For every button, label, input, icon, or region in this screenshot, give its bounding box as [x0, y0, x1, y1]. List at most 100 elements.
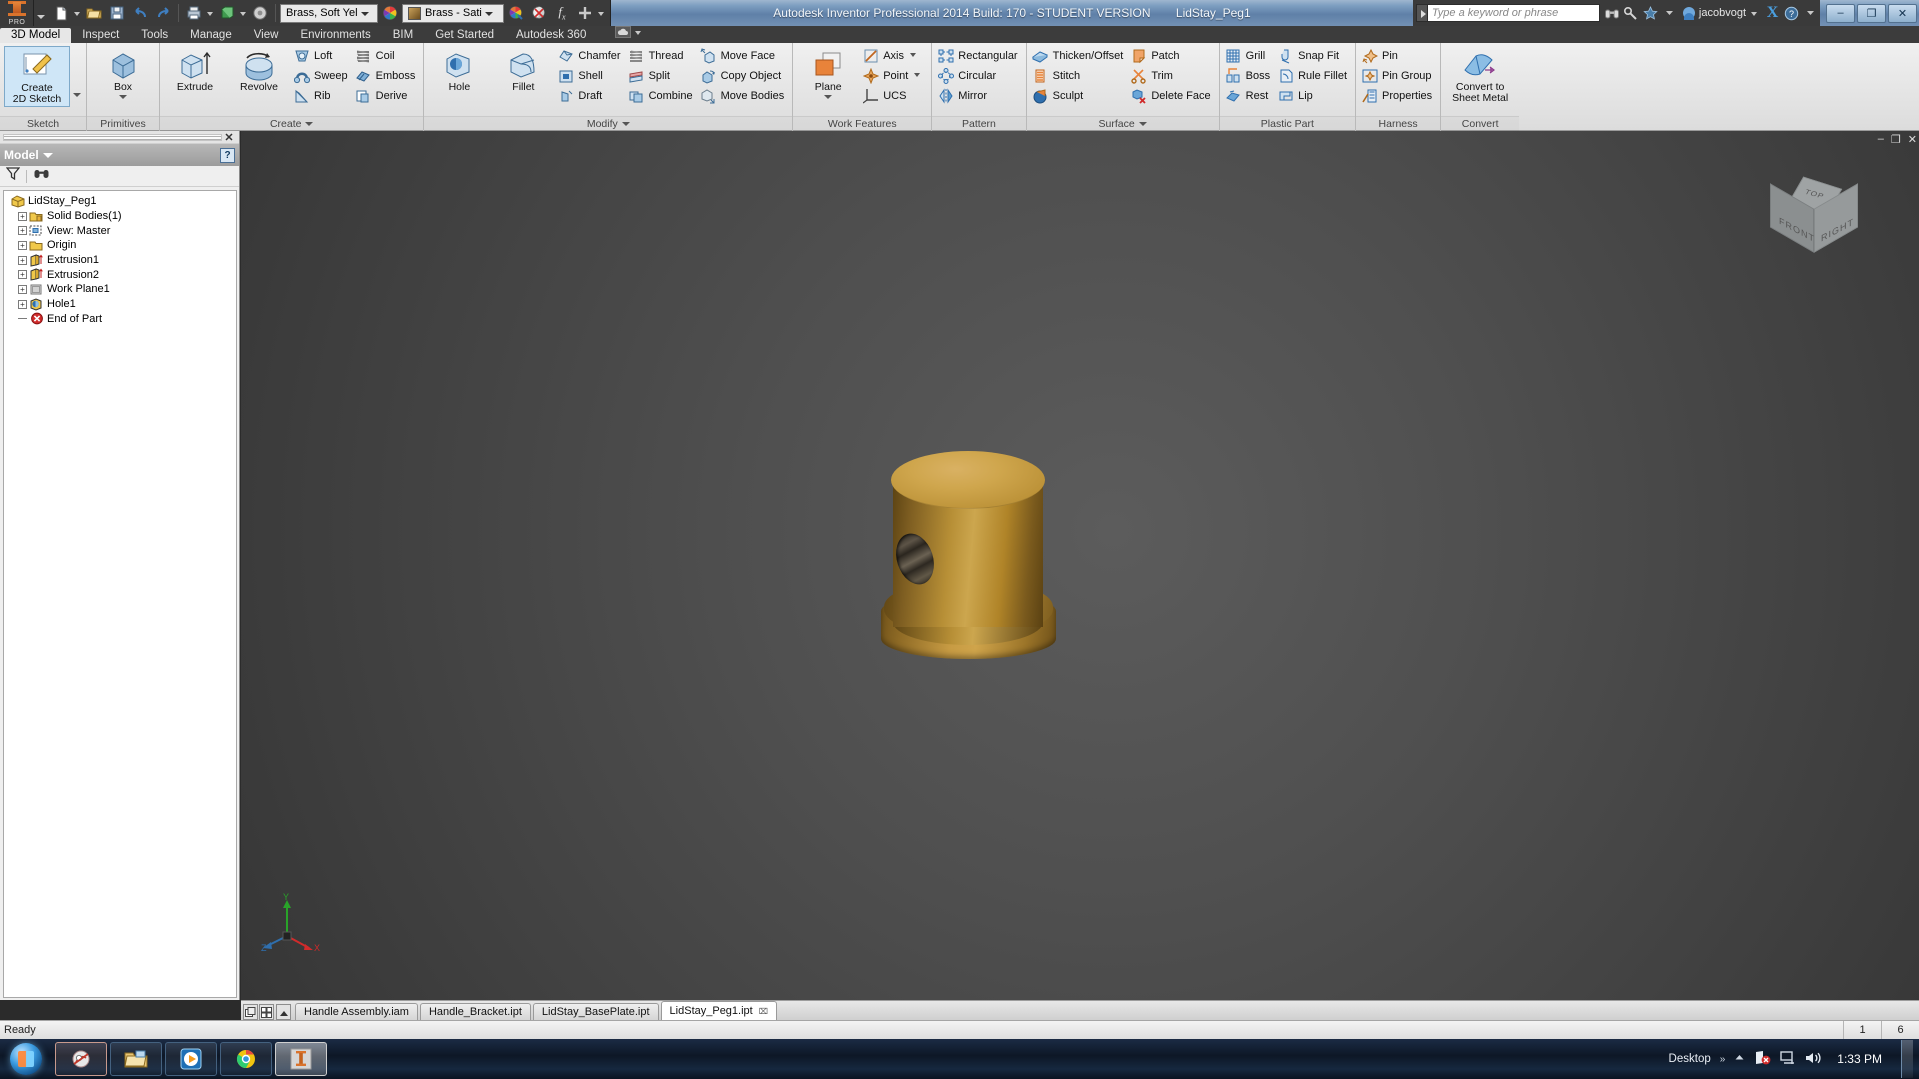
pin-group-button[interactable]: Pin Group [1360, 66, 1436, 85]
appearance-combo[interactable]: Brass - Sati [402, 3, 504, 23]
box-primitive-button[interactable]: Box [92, 46, 154, 101]
tab-scroll-up-icon[interactable] [276, 1004, 291, 1020]
panel-modify-expand-caret-icon[interactable] [621, 120, 630, 128]
expander-plus-icon[interactable]: + [18, 240, 27, 250]
sweep-button[interactable]: Sweep [292, 66, 352, 85]
tile-windows-icon[interactable] [259, 1004, 274, 1020]
user-menu-caret-icon[interactable] [1750, 2, 1759, 24]
tab-bim[interactable]: BIM [382, 28, 424, 43]
axis-dropdown-caret-icon[interactable] [909, 51, 919, 60]
plane-button[interactable]: Plane [797, 46, 859, 101]
tray-show-hidden-icon[interactable] [1734, 1053, 1745, 1065]
browser-header[interactable]: Model ? [0, 144, 239, 166]
combine-button[interactable]: Combine [627, 86, 697, 105]
stitch-button[interactable]: Stitch [1031, 66, 1128, 85]
expander-plus-icon[interactable]: + [18, 270, 27, 280]
new-icon[interactable] [50, 2, 72, 24]
delete-face-button[interactable]: Delete Face [1129, 86, 1214, 105]
rule-fillet-button[interactable]: Rule Fillet [1276, 66, 1351, 85]
rest-button[interactable]: Rest [1224, 86, 1274, 105]
qat-customize-caret-icon[interactable] [597, 2, 606, 24]
search-expand-icon[interactable] [1415, 4, 1428, 22]
browser-dropdown-caret-icon[interactable] [42, 150, 54, 161]
filter-icon[interactable] [5, 167, 21, 185]
tree-node-lidstay-peg1[interactable]: LidStay_Peg1 [8, 194, 236, 209]
display-icon[interactable] [1780, 1050, 1796, 1068]
doc-tab-close-icon[interactable]: ⌧ [759, 1007, 768, 1016]
ucs-button[interactable]: UCS [861, 86, 927, 105]
convert-to-sheet-metal-button[interactable]: Convert to Sheet Metal [1445, 46, 1515, 105]
appearance-wheel-icon[interactable] [505, 2, 527, 24]
create-2d-sketch-button[interactable]: Create 2D Sketch [4, 46, 70, 107]
document-close-button[interactable]: ✕ [1908, 133, 1917, 146]
plane-dropdown-caret-icon[interactable] [824, 94, 833, 101]
tab-inspect[interactable]: Inspect [71, 28, 130, 43]
expander-plus-icon[interactable]: + [18, 211, 27, 221]
point-dropdown-caret-icon[interactable] [914, 71, 923, 80]
taskbar-item-media-player[interactable] [55, 1042, 107, 1076]
brass-peg-model[interactable] [881, 451, 1056, 671]
draft-button[interactable]: Draft [556, 86, 624, 105]
expander-plus-icon[interactable]: + [18, 226, 27, 236]
tab-3d-model[interactable]: 3D Model [0, 28, 72, 43]
taskbar-item-media-center[interactable] [165, 1042, 217, 1076]
lip-button[interactable]: Lip [1276, 86, 1351, 105]
doc-tab-lidstay-baseplate[interactable]: LidStay_BasePlate.ipt [532, 1003, 659, 1020]
redo-icon[interactable] [152, 2, 174, 24]
pin-button[interactable]: Pin [1360, 46, 1436, 65]
material-combo-caret-icon[interactable] [358, 5, 372, 22]
circular-pattern-button[interactable]: Circular [936, 66, 1021, 85]
thread-button[interactable]: Thread [627, 46, 697, 65]
expander-plus-icon[interactable]: + [18, 299, 27, 309]
point-button[interactable]: Point [861, 66, 927, 85]
taskbar-item-chrome[interactable] [220, 1042, 272, 1076]
show-desktop-button[interactable] [1901, 1040, 1913, 1078]
document-restore-button[interactable]: ❐ [1891, 133, 1901, 146]
fx-parameters-icon[interactable]: fx [551, 2, 573, 24]
material-browser-icon[interactable] [216, 2, 238, 24]
tab-autodesk-360[interactable]: Autodesk 360 [505, 28, 597, 43]
rib-button[interactable]: Rib [292, 86, 352, 105]
copy-object-button[interactable]: Copy Object [699, 66, 789, 85]
split-button[interactable]: Split [627, 66, 697, 85]
tree-node-origin[interactable]: + Origin [8, 238, 236, 253]
model-tree[interactable]: LidStay_Peg1 + Solid Bodies(1) + View: M… [3, 190, 237, 998]
inventor-logo-icon[interactable]: PRO [0, 0, 34, 26]
panel-surface-expand-caret-icon[interactable] [1138, 120, 1147, 128]
tray-desktop-label[interactable]: Desktop [1669, 1053, 1711, 1065]
add-to-qat-plus-icon[interactable] [574, 2, 596, 24]
search-binoculars-icon[interactable] [1602, 0, 1622, 26]
window-close-button[interactable]: ✕ [1888, 3, 1917, 23]
open-icon[interactable] [83, 2, 105, 24]
doc-tab-handle-bracket[interactable]: Handle_Bracket.ipt [419, 1003, 531, 1020]
qat-right-caret-icon[interactable] [1659, 0, 1679, 26]
axis-button[interactable]: Axis [861, 46, 927, 65]
favorites-star-icon[interactable] [1640, 0, 1660, 26]
material-dropdown-caret-icon[interactable] [239, 2, 248, 24]
coil-button[interactable]: Coil [354, 46, 420, 65]
cloud-icon[interactable] [615, 26, 632, 38]
view-cube[interactable]: TOP FRONT RIGHT [1770, 173, 1858, 259]
volume-icon[interactable] [1805, 1051, 1822, 1068]
tree-node-view-master[interactable]: + View: Master [8, 223, 236, 238]
new-dropdown-caret-icon[interactable] [73, 2, 82, 24]
help-icon[interactable]: ? [1782, 0, 1801, 26]
tab-get-started[interactable]: Get Started [424, 28, 505, 43]
grill-button[interactable]: Grill [1224, 46, 1274, 65]
fillet-button[interactable]: Fillet [492, 46, 554, 94]
appearance-combo-caret-icon[interactable] [482, 5, 496, 22]
move-face-button[interactable]: Move Face [699, 46, 789, 65]
trim-button[interactable]: Trim [1129, 66, 1214, 85]
print-icon[interactable] [183, 2, 205, 24]
taskbar-item-inventor[interactable] [275, 1042, 327, 1076]
harness-properties-button[interactable]: Properties [1360, 86, 1436, 105]
search-input[interactable]: Type a keyword or phrase [1427, 4, 1600, 22]
expander-plus-icon[interactable]: + [18, 255, 27, 265]
patch-button[interactable]: Patch [1129, 46, 1214, 65]
find-icon[interactable] [33, 167, 50, 185]
expander-plus-icon[interactable]: + [18, 284, 27, 294]
clear-appearance-icon[interactable] [528, 2, 550, 24]
user-account-chip[interactable]: jacobvogt [1678, 0, 1763, 26]
print-dropdown-caret-icon[interactable] [206, 2, 215, 24]
tree-node-extrusion1[interactable]: + Extrusion1 [8, 253, 236, 268]
